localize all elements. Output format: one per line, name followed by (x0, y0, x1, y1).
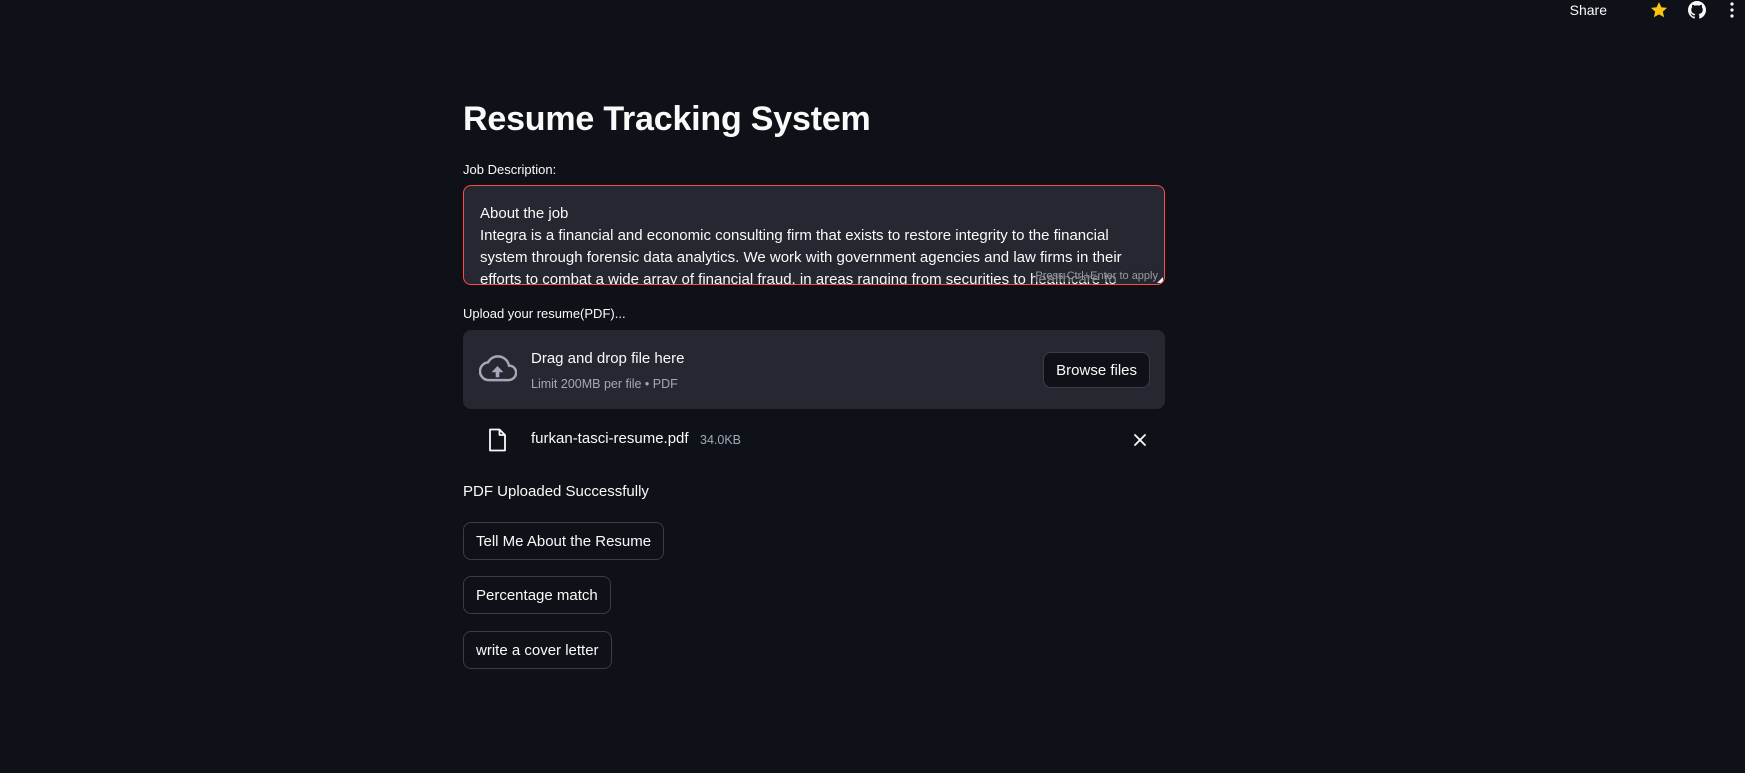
dropzone-title: Drag and drop file here (531, 350, 685, 367)
file-dropzone[interactable]: Drag and drop file here Limit 200MB per … (463, 330, 1165, 409)
upload-label: Upload your resume(PDF)... (463, 306, 626, 321)
upload-status-message: PDF Uploaded Successfully (463, 483, 649, 500)
textarea-hint: Press Ctrl+Enter to apply (1035, 270, 1158, 282)
page-title: Resume Tracking System (463, 100, 871, 138)
star-icon[interactable] (1649, 0, 1669, 20)
uploaded-file-name: furkan-tasci-resume.pdf (531, 430, 689, 447)
share-button[interactable]: Share (1570, 2, 1607, 18)
uploaded-file-size: 34.0KB (700, 433, 742, 447)
kebab-menu-icon[interactable] (1729, 2, 1735, 18)
browse-files-button[interactable]: Browse files (1043, 352, 1150, 388)
uploaded-file-row: furkan-tasci-resume.pdf 34.0KB (463, 424, 1165, 456)
resize-handle[interactable] (1157, 277, 1163, 283)
percentage-match-button[interactable]: Percentage match (463, 576, 611, 614)
job-description-textarea[interactable]: About the job Integra is a financial and… (463, 185, 1165, 285)
file-icon (489, 428, 506, 452)
close-icon[interactable] (1133, 433, 1147, 447)
dropzone-subtitle: Limit 200MB per file • PDF (531, 377, 678, 391)
github-icon[interactable] (1688, 1, 1706, 19)
write-cover-letter-button[interactable]: write a cover letter (463, 631, 612, 669)
cloud-upload-icon (479, 355, 517, 382)
tell-me-about-resume-button[interactable]: Tell Me About the Resume (463, 522, 665, 560)
job-description-label: Job Description: (463, 162, 557, 177)
